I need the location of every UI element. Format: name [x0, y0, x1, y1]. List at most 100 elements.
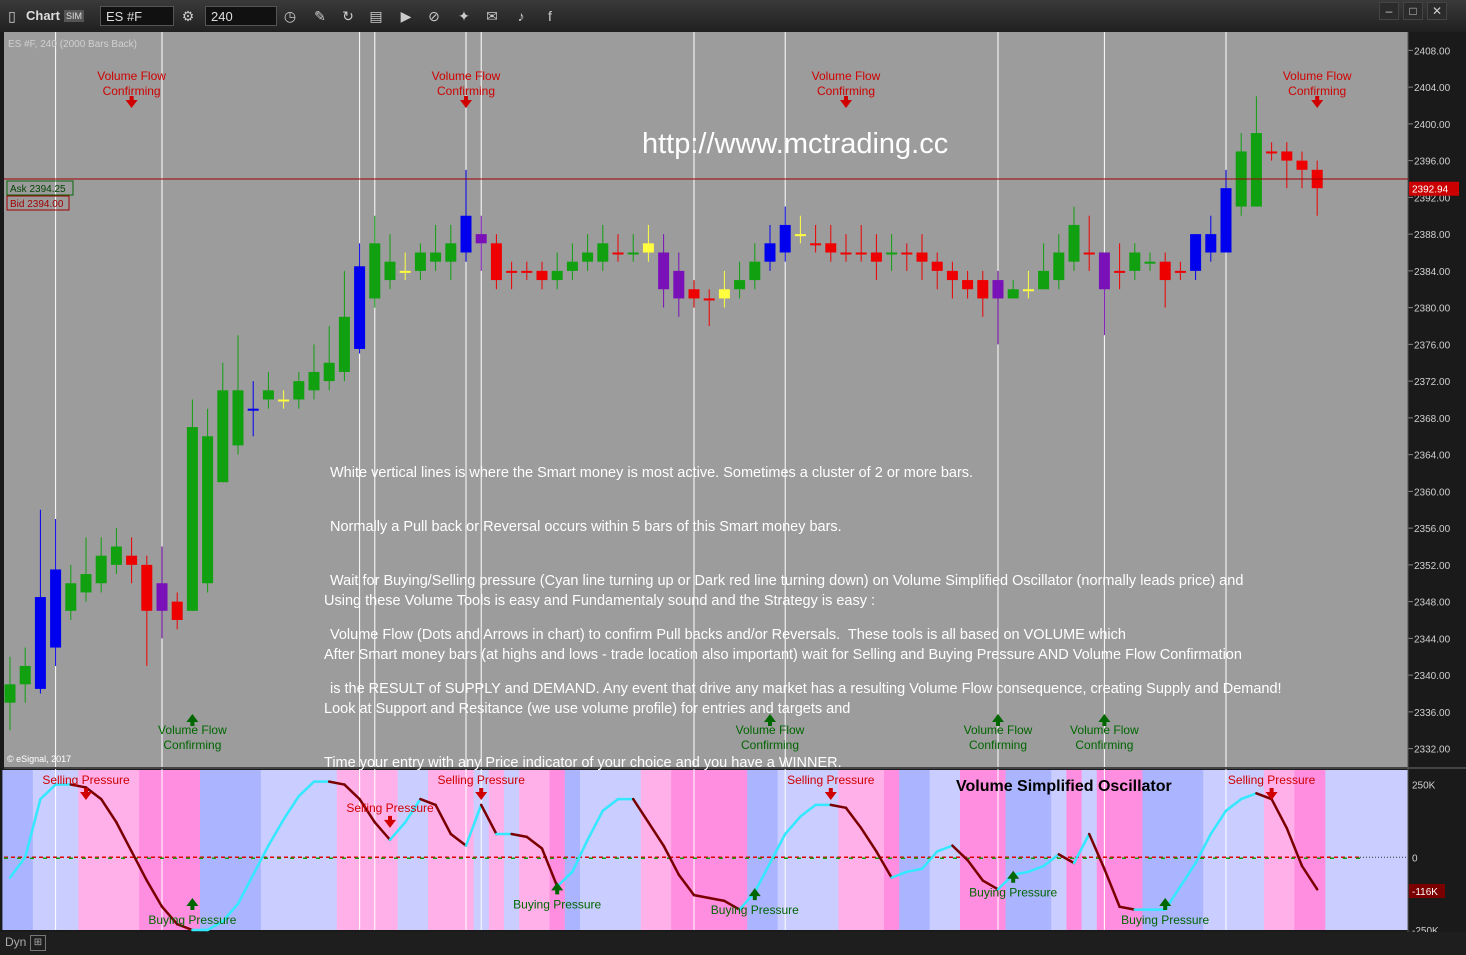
- annotation-text: Buying Pressure: [969, 886, 1057, 900]
- price-tick-label: 2332.00: [1414, 745, 1451, 756]
- dyn-label: Dyn: [5, 935, 27, 949]
- clock-icon[interactable]: ◷: [280, 6, 300, 26]
- price-tick-label: 2360.00: [1414, 487, 1451, 498]
- oscillator-band: [1203, 770, 1219, 930]
- oscillator-band: [260, 770, 277, 930]
- candle-body: [779, 224, 791, 253]
- price-tick-label: 2380.00: [1414, 304, 1451, 315]
- dyn-toggle-icon[interactable]: ⊞: [30, 935, 46, 951]
- candle-body: [186, 427, 198, 611]
- price-tick-label: 2364.00: [1414, 451, 1451, 462]
- candle-body: [1144, 261, 1156, 264]
- candle-body: [293, 381, 305, 400]
- price-tick-label: 2344.00: [1414, 634, 1451, 645]
- candle-body: [34, 597, 46, 689]
- twitter-icon[interactable]: ♪: [511, 6, 531, 26]
- oscillator-band: [169, 770, 186, 930]
- candle-body: [521, 270, 533, 273]
- interval-select[interactable]: 240: [205, 6, 277, 26]
- explanation-line: After Smart money bars (at highs and low…: [324, 647, 1242, 663]
- candle-body: [232, 390, 244, 446]
- studies-icon[interactable]: ▤: [366, 6, 386, 26]
- candle-body: [80, 574, 92, 593]
- candle-body: [901, 252, 913, 255]
- candle: [202, 408, 214, 593]
- facebook-icon[interactable]: f: [540, 6, 560, 26]
- oscillator-band: [1233, 770, 1250, 930]
- candle-body: [1022, 289, 1034, 292]
- candle-body: [369, 243, 381, 299]
- candle-body: [414, 252, 426, 271]
- candle-body: [931, 261, 943, 271]
- explanation-line: Using these Volume Tools is easy and Fun…: [324, 593, 876, 609]
- maximize-button[interactable]: □: [1403, 2, 1423, 20]
- candle-body: [490, 243, 502, 281]
- oscillator-band: [230, 770, 247, 930]
- chart-panel-icon[interactable]: ▯: [2, 6, 22, 26]
- candle-body: [95, 555, 107, 584]
- explanation-line: Time your entry with any Price indicator…: [324, 755, 842, 771]
- oscillator-band: [899, 770, 915, 930]
- oscillator-band: [382, 770, 399, 930]
- oscillator-band: [63, 770, 79, 930]
- candle-body: [217, 390, 229, 483]
- candle-body: [202, 436, 214, 584]
- candle-body: [323, 362, 335, 382]
- candle-body: [354, 266, 366, 349]
- candle-body: [840, 252, 852, 255]
- candle-body: [110, 546, 122, 565]
- oscillator-band: [488, 770, 505, 930]
- chart-info: ES #F, 240 (2000 Bars Back): [8, 39, 137, 50]
- osc-tick-label: -116K: [1412, 887, 1438, 898]
- candle-body: [642, 243, 654, 253]
- comment-icon[interactable]: ✉: [482, 6, 502, 26]
- candle-body: [551, 270, 563, 281]
- symbol-lookup-icon[interactable]: ⚙: [178, 6, 198, 26]
- candle-body: [658, 252, 670, 290]
- oscillator-band: [412, 770, 429, 930]
- oscillator-band: [443, 770, 459, 930]
- candle-body: [1296, 160, 1308, 170]
- price-tick-label: 2408.00: [1414, 46, 1451, 57]
- candle-body: [1007, 289, 1019, 299]
- price-tick-label: 2388.00: [1414, 230, 1451, 241]
- symbol-input[interactable]: ES #F: [100, 6, 174, 26]
- annotation-text: Buying Pressure: [1121, 913, 1209, 927]
- candle-body: [1266, 151, 1278, 154]
- oscillator-band: [671, 770, 687, 930]
- candle-body: [1281, 151, 1293, 161]
- replay-icon[interactable]: ▶: [396, 6, 416, 26]
- annotation-text: Volume Flow: [432, 69, 501, 83]
- candle-body: [430, 252, 442, 262]
- candle-body: [156, 583, 168, 611]
- price-tick-label: 2400.00: [1414, 120, 1451, 131]
- candle-body: [810, 243, 822, 246]
- annotation-text: Volume Flow: [97, 69, 166, 83]
- annotation-text: Selling Pressure: [346, 801, 434, 815]
- close-button[interactable]: ✕: [1427, 2, 1447, 20]
- oscillator-band: [17, 770, 34, 930]
- candle-body: [1205, 234, 1217, 253]
- last-price-label: 2392.94: [1412, 185, 1449, 196]
- oscillator-band: [215, 770, 231, 930]
- oscillator-bands: [2, 770, 1408, 930]
- candle-body: [536, 270, 548, 281]
- candle-body: [764, 243, 776, 262]
- chart-toolbar: ▯ Chart SIM ES #F ⚙ 240 ◷ ✎ ↻ ▤ ▶ ⊘ ✦ ✉ …: [0, 0, 1466, 33]
- price-tick-label: 2384.00: [1414, 267, 1451, 278]
- annotation-text: Buying Pressure: [148, 913, 236, 927]
- refresh-icon[interactable]: ↻: [338, 6, 358, 26]
- candle-body: [597, 243, 609, 262]
- bid-box: Bid 2394.00: [6, 195, 70, 211]
- candle-body: [1038, 270, 1050, 290]
- minimize-button[interactable]: –: [1379, 2, 1399, 20]
- candle-body: [262, 390, 274, 400]
- annotation-text: Confirming: [817, 84, 875, 98]
- annotation-text: Confirming: [437, 84, 495, 98]
- link-icon[interactable]: ✦: [454, 6, 474, 26]
- annotation-text: Buying Pressure: [711, 903, 799, 917]
- candle-body: [566, 261, 578, 271]
- alert-icon[interactable]: ⊘: [424, 6, 444, 26]
- draw-tool-icon[interactable]: ✎: [310, 6, 330, 26]
- candle-body: [506, 270, 518, 273]
